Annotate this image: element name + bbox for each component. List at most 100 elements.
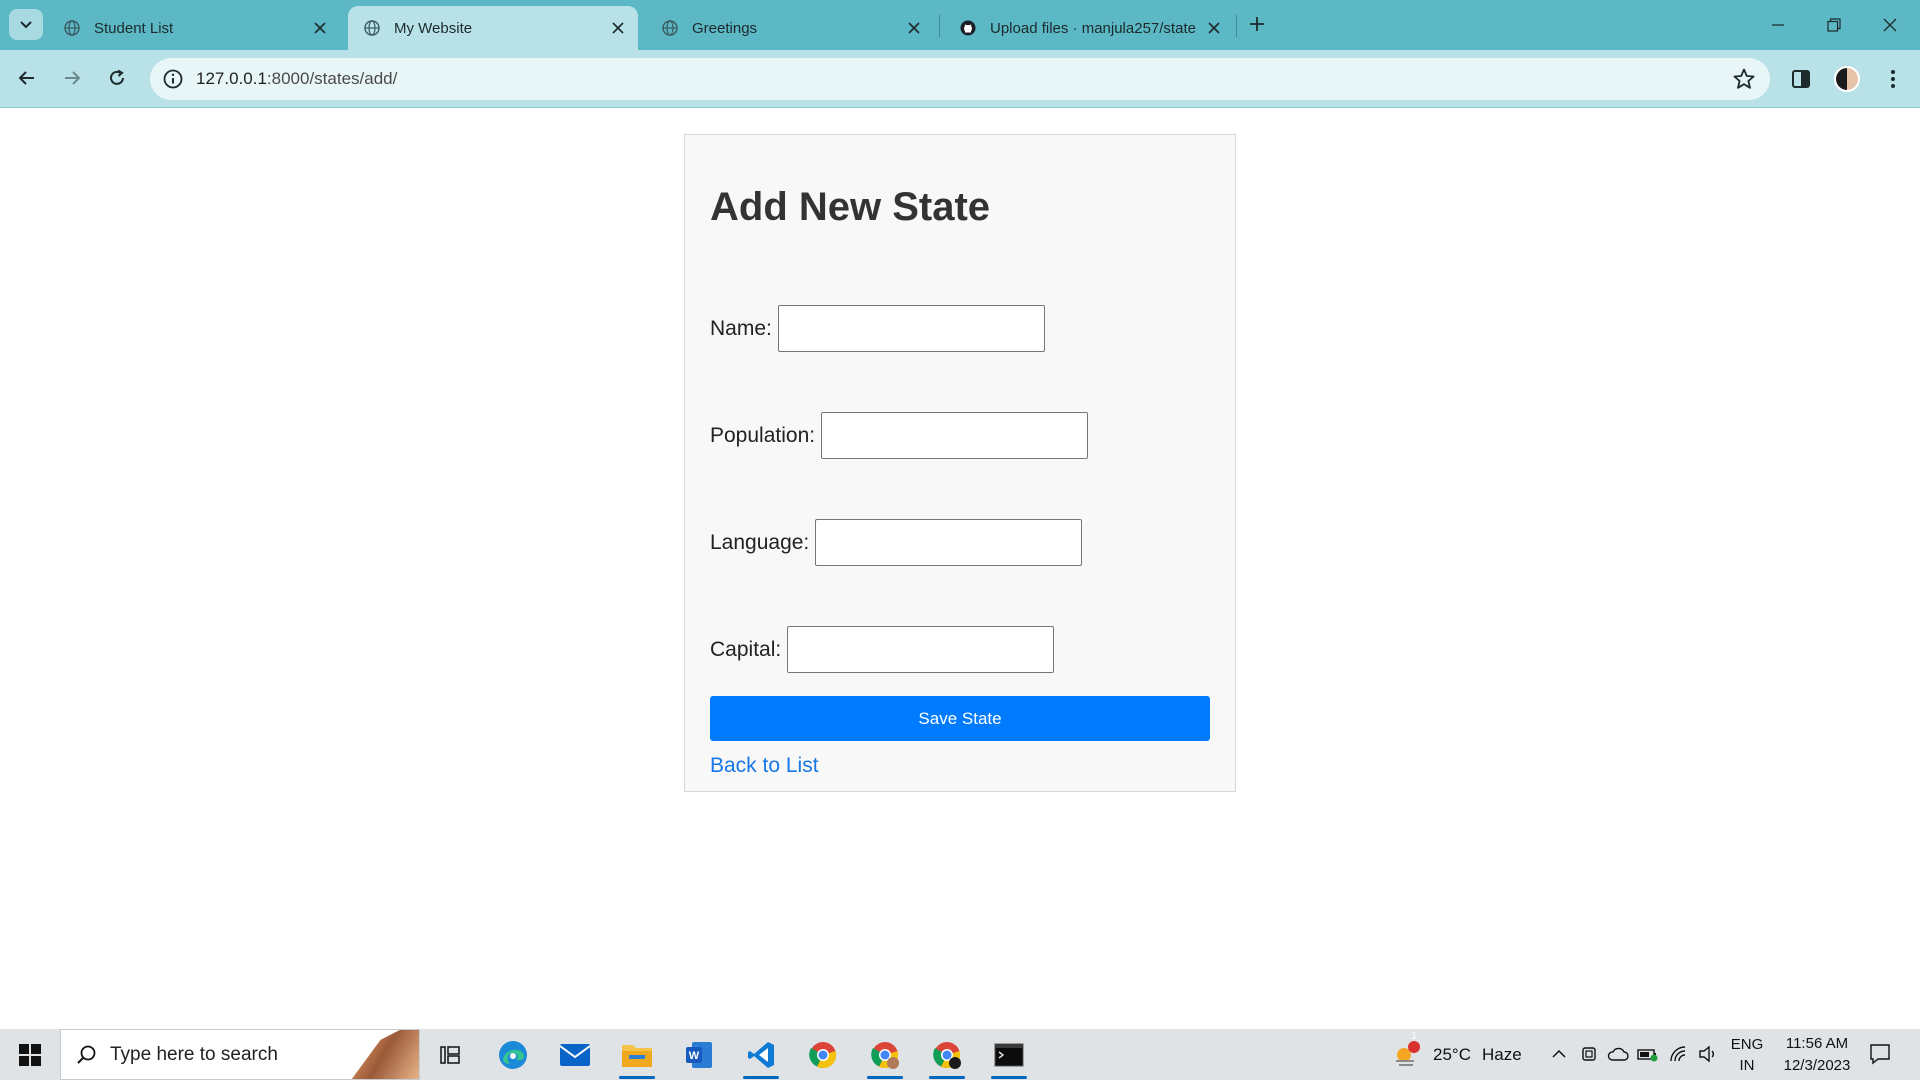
vscode-icon xyxy=(748,1041,774,1068)
mail-icon xyxy=(559,1043,591,1066)
active-indicator xyxy=(619,1076,655,1079)
task-view-button[interactable] xyxy=(421,1029,479,1080)
arrow-right-icon xyxy=(65,71,81,85)
show-hidden-icons-button[interactable] xyxy=(1547,1042,1571,1066)
language-input[interactable] xyxy=(815,519,1083,566)
tab-student-list[interactable]: Student List xyxy=(48,6,340,50)
battery-button[interactable] xyxy=(1636,1042,1660,1066)
avatar xyxy=(1834,66,1860,92)
globe-icon xyxy=(64,20,80,36)
page-content: Add New State Name: Population: Language… xyxy=(0,109,1920,1029)
close-icon[interactable] xyxy=(604,14,632,42)
population-field: Population: xyxy=(710,412,1089,459)
info-icon[interactable] xyxy=(162,68,184,90)
chevron-up-icon xyxy=(1552,1049,1566,1058)
language-field: Language: xyxy=(710,519,1083,566)
name-label: Name: xyxy=(710,316,772,340)
side-panel-icon xyxy=(1792,70,1810,88)
taskbar-search[interactable]: Type here to search xyxy=(60,1029,420,1080)
plus-icon xyxy=(1250,17,1264,31)
tab-greetings[interactable]: Greetings xyxy=(646,6,934,50)
start-button[interactable] xyxy=(0,1029,60,1080)
folder-icon xyxy=(622,1044,652,1067)
forward-button[interactable] xyxy=(54,60,90,96)
clock-date[interactable]: 12/3/2023 xyxy=(1772,1057,1862,1074)
new-tab-button[interactable] xyxy=(1243,10,1271,38)
onedrive-button[interactable] xyxy=(1606,1042,1630,1066)
taskbar-chrome-profile-3[interactable] xyxy=(918,1029,976,1080)
clock-time[interactable]: 11:56 AM xyxy=(1772,1035,1862,1052)
arrow-left-icon xyxy=(18,71,34,85)
network-button[interactable] xyxy=(1667,1042,1691,1066)
name-input[interactable] xyxy=(777,305,1045,352)
taskbar-word[interactable]: W xyxy=(670,1029,728,1080)
edge-icon xyxy=(499,1040,527,1069)
close-icon[interactable] xyxy=(1200,14,1228,42)
url-text: 127.0.0.1:8000/states/add/ xyxy=(196,69,397,89)
restore-icon xyxy=(1827,18,1841,32)
chrome-icon xyxy=(809,1041,837,1068)
back-to-list-link[interactable]: Back to List xyxy=(710,754,819,778)
minimize-button[interactable] xyxy=(1750,0,1806,50)
notification-icon xyxy=(1870,1044,1890,1065)
task-view-icon xyxy=(440,1045,460,1064)
terminal-icon xyxy=(994,1043,1024,1066)
tab-separator xyxy=(939,15,940,37)
add-state-form: Add New State Name: Population: Language… xyxy=(684,134,1236,792)
weather-temp[interactable]: 25°C xyxy=(1433,1045,1471,1065)
chrome-icon xyxy=(933,1041,961,1069)
address-bar[interactable]: 127.0.0.1:8000/states/add/ xyxy=(150,58,1770,100)
taskbar-file-explorer[interactable] xyxy=(608,1029,666,1080)
search-placeholder: Type here to search xyxy=(110,1044,278,1065)
tab-my-website[interactable]: My Website xyxy=(348,6,638,50)
close-icon[interactable] xyxy=(900,14,928,42)
search-highlight-image xyxy=(351,1030,419,1079)
url-path: :8000/states/add/ xyxy=(266,69,398,88)
taskbar-edge[interactable] xyxy=(484,1029,542,1080)
star-icon[interactable] xyxy=(1732,67,1756,91)
profile-button[interactable] xyxy=(1830,62,1864,96)
restore-button[interactable] xyxy=(1806,0,1862,50)
taskbar-chrome[interactable] xyxy=(794,1029,852,1080)
close-window-button[interactable] xyxy=(1862,0,1918,50)
tab-title: Upload files · manjula257/state xyxy=(990,19,1196,37)
notification-center-button[interactable] xyxy=(1868,1042,1892,1066)
language-top[interactable]: ENG xyxy=(1730,1036,1764,1053)
menu-button[interactable] xyxy=(1876,62,1910,96)
tab-title: My Website xyxy=(394,19,473,37)
globe-icon xyxy=(662,20,678,36)
taskbar-terminal[interactable] xyxy=(980,1029,1038,1080)
population-input[interactable] xyxy=(821,412,1089,459)
side-panel-button[interactable] xyxy=(1784,62,1818,96)
capital-input[interactable] xyxy=(787,626,1055,673)
tab-search-button[interactable] xyxy=(9,9,43,40)
close-icon[interactable] xyxy=(306,14,334,42)
word-icon: W xyxy=(686,1041,712,1068)
weather-widget-icon[interactable] xyxy=(1393,1041,1421,1066)
name-field: Name: xyxy=(710,305,1045,352)
back-button[interactable] xyxy=(9,60,45,96)
taskbar-vscode[interactable] xyxy=(732,1029,790,1080)
chrome-icon xyxy=(871,1041,899,1069)
capital-field: Capital: xyxy=(710,626,1055,673)
capital-label: Capital: xyxy=(710,637,782,661)
more-vertical-icon xyxy=(1891,70,1895,88)
taskbar-chrome-profile-2[interactable] xyxy=(856,1029,914,1080)
wifi-icon xyxy=(1670,1046,1686,1062)
reload-button[interactable] xyxy=(99,60,135,96)
active-indicator xyxy=(743,1076,779,1079)
tab-upload-files[interactable]: Upload files · manjula257/state xyxy=(944,6,1234,50)
save-state-button[interactable]: Save State xyxy=(710,696,1210,741)
battery-icon xyxy=(1637,1049,1658,1062)
weather-desc[interactable]: Haze xyxy=(1482,1045,1522,1065)
reload-icon xyxy=(110,69,124,85)
volume-button[interactable] xyxy=(1696,1042,1720,1066)
tray-app-icon[interactable] xyxy=(1577,1042,1601,1066)
taskbar-mail[interactable] xyxy=(546,1029,604,1080)
search-icon xyxy=(77,1045,96,1064)
meet-now-icon xyxy=(1582,1047,1596,1061)
github-icon xyxy=(960,20,976,36)
close-icon xyxy=(1883,18,1897,32)
url-host: 127.0.0.1 xyxy=(196,69,267,88)
language-bottom[interactable]: IN xyxy=(1730,1057,1764,1074)
